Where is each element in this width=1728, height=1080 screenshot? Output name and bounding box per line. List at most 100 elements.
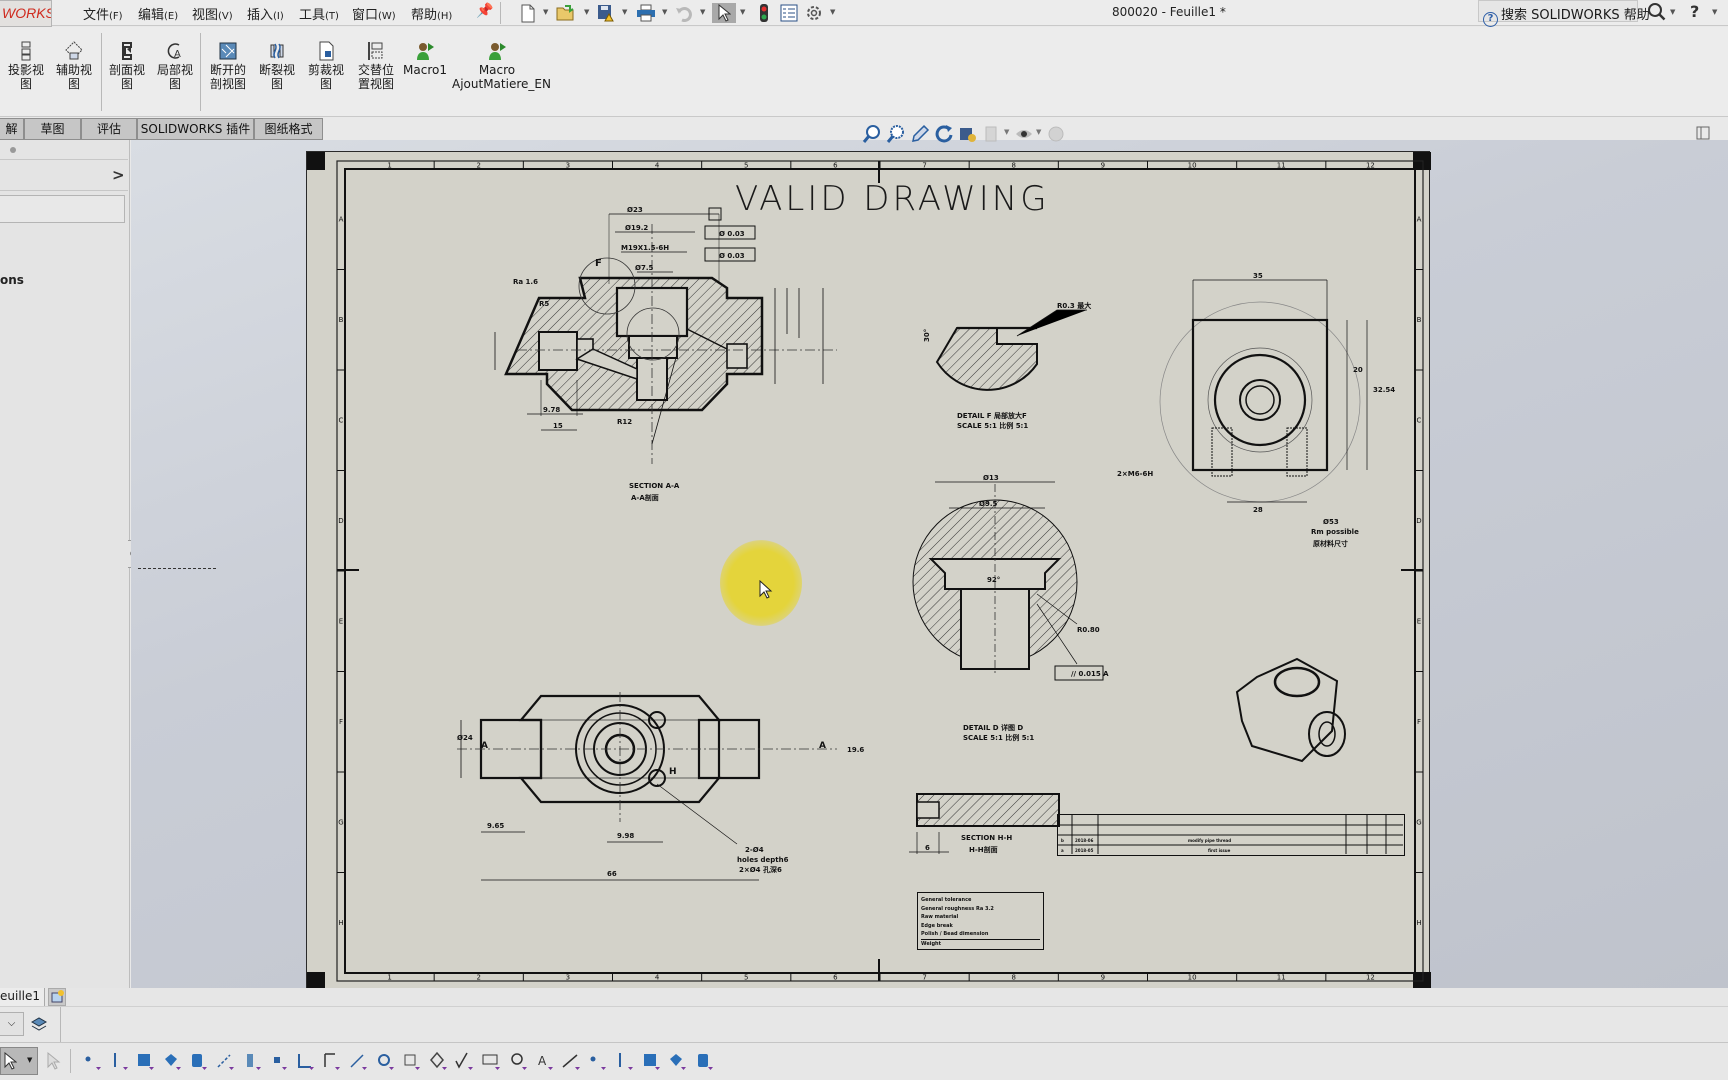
chevron-right-icon[interactable]: >	[112, 166, 125, 184]
view-settings-icon[interactable]	[958, 124, 978, 144]
print-icon[interactable]	[636, 3, 656, 23]
new-document-icon[interactable]	[518, 3, 538, 23]
panel-toggle-icon[interactable]	[1696, 126, 1710, 140]
smart-dimension-icon[interactable]	[162, 1051, 182, 1071]
undo-dropdown-arrow[interactable]: ▼	[700, 8, 705, 16]
hole-callout-icon[interactable]	[375, 1051, 395, 1071]
options-gear-icon[interactable]	[804, 3, 824, 23]
display-style-dropdown-arrow[interactable]: ▼	[1004, 128, 1009, 136]
appearance-icon[interactable]	[1046, 124, 1066, 144]
layer-dropdown[interactable]: ⌵	[0, 1012, 24, 1036]
datum-target-icon[interactable]	[348, 1051, 368, 1071]
sheet-tab-active[interactable]: euille1	[0, 988, 46, 1006]
print-dropdown-arrow[interactable]: ▼	[662, 8, 667, 16]
help-search-box[interactable]: ? 搜索 SOLIDWORKS 帮助	[1478, 0, 1650, 27]
menu-view[interactable]: 视图(V)	[192, 4, 233, 23]
display-style-icon[interactable]	[982, 124, 1002, 144]
search-dropdown-arrow[interactable]: ▼	[1670, 8, 1675, 16]
select-dropdown-arrow[interactable]: ▼	[740, 8, 745, 16]
stamp-icon[interactable]	[587, 1051, 607, 1071]
break-view-button[interactable]: 断裂视 图	[255, 41, 299, 91]
zoom-to-area-icon[interactable]	[886, 124, 906, 144]
side-view[interactable]: 35 20 32.54 28 2×M6-6H Ø53 Rm possible 原…	[1117, 262, 1417, 552]
menu-tools[interactable]: 工具(T)	[299, 4, 339, 23]
menu-window[interactable]: 窗口(W)	[352, 4, 396, 23]
datum-feature-icon[interactable]	[321, 1051, 341, 1071]
revision-cloud-icon[interactable]	[401, 1051, 421, 1071]
add-sheet-icon[interactable]	[48, 988, 66, 1006]
menu-file[interactable]: 文件(F)	[83, 4, 123, 23]
rebuild-traffic-light-icon[interactable]	[754, 3, 774, 23]
zoom-to-fit-icon[interactable]	[862, 124, 882, 144]
menu-edit[interactable]: 编辑(E)	[138, 4, 178, 23]
weld-symbol-icon[interactable]	[268, 1051, 288, 1071]
center-of-mass-icon[interactable]	[641, 1051, 661, 1071]
attach-icon[interactable]	[667, 1051, 687, 1071]
hide-show-icon[interactable]	[1014, 124, 1034, 144]
drawing-sheet[interactable]: 1 1 2 2 3 3 4 4 5 5 6 6 7 7 8 8 9 9 10 10 11 11 12 12 A A B B C C D D E E…	[306, 151, 1431, 990]
revision-table[interactable]: b 2018-06 modify pipe thread a 2018-05 first…	[1057, 814, 1405, 856]
tab-sheet-format[interactable]: 图纸格式	[254, 118, 323, 140]
surface-roughness-icon[interactable]: A	[534, 1051, 554, 1071]
block-icon[interactable]	[481, 1051, 501, 1071]
hatch-fill-icon[interactable]	[561, 1051, 581, 1071]
tab-sketch[interactable]: 草图	[24, 118, 81, 140]
surface-finish-icon[interactable]	[242, 1051, 262, 1071]
tab-evaluate[interactable]: 评估	[81, 118, 137, 140]
note-a-icon[interactable]	[614, 1051, 634, 1071]
panel-expand-row[interactable]: >	[0, 161, 128, 191]
tab-annotation[interactable]: 解	[0, 118, 24, 140]
options-dropdown-arrow[interactable]: ▼	[830, 8, 835, 16]
tab-solidworks-addins[interactable]: SOLIDWORKS 插件	[137, 118, 254, 140]
select-filter-icon[interactable]	[44, 1051, 64, 1071]
macro1-button[interactable]: Macro1	[402, 41, 448, 77]
hide-show-dropdown-arrow[interactable]: ▼	[1036, 128, 1041, 136]
layer-properties-icon[interactable]	[30, 1016, 48, 1032]
save-icon[interactable]	[596, 3, 616, 23]
alternate-position-view-button[interactable]: 交替位 置视图	[354, 41, 398, 91]
general-notes-box[interactable]: General tolerance General roughness Ra 3…	[917, 892, 1044, 950]
table-icon[interactable]	[508, 1051, 528, 1071]
solidworks-logo[interactable]: WORKS	[0, 0, 52, 27]
help-icon[interactable]: ?	[1690, 2, 1699, 21]
panel-filter-input[interactable]	[0, 195, 125, 223]
search-icon[interactable]	[1647, 2, 1667, 25]
menu-help[interactable]: 帮助(H)	[411, 4, 452, 23]
open-icon[interactable]	[556, 3, 576, 23]
undo-icon[interactable]	[674, 3, 694, 23]
center-mark-icon[interactable]	[428, 1051, 448, 1071]
top-view[interactable]: A A H 9.65 9.98 66 Ø24 19.6 2-Ø4 holes d…	[457, 672, 877, 892]
detail-view-button[interactable]: A 局部视 图	[153, 41, 197, 91]
detail-view-f[interactable]: R0.3 最大 30° DETAIL F 局部放大F SCALE 5:1 比例 …	[917, 292, 1107, 432]
section-view-a-a[interactable]: Ø23 Ø19.2 M19X1.5-6H Ø7.5 Ø 0.03 Ø 0.03 …	[457, 184, 877, 524]
detail-view-d[interactable]: Ø13 Ø9.5 92° R0.80 // 0.015 A DETAIL D 详…	[887, 464, 1127, 744]
select-dropdown-arrow[interactable]: ▼	[27, 1056, 32, 1064]
balloon-icon[interactable]	[215, 1051, 235, 1071]
section-view-h-h[interactable]: 6 SECTION H-H H-H剖面	[907, 782, 1067, 864]
rebuild-icon[interactable]	[934, 124, 954, 144]
file-properties-icon[interactable]	[779, 3, 799, 23]
section-view-button[interactable]: 剖面视 图	[105, 41, 149, 91]
new-dropdown-arrow[interactable]: ▼	[543, 8, 548, 16]
area-hatch-icon[interactable]	[454, 1051, 474, 1071]
help-dropdown-arrow[interactable]: ▼	[1712, 8, 1717, 16]
open-dropdown-arrow[interactable]: ▼	[584, 8, 589, 16]
previous-view-icon[interactable]	[910, 124, 930, 144]
model-items-icon[interactable]	[135, 1051, 155, 1071]
isometric-view[interactable]	[1227, 642, 1367, 772]
crop-view-button[interactable]: 剪裁视 图	[304, 41, 348, 91]
save-dropdown-arrow[interactable]: ▼	[622, 8, 627, 16]
note-icon[interactable]	[188, 1051, 208, 1071]
pin-icon[interactable]: 📌	[476, 3, 493, 19]
projected-view-button[interactable]: 投影视 图	[4, 41, 48, 91]
detach-icon[interactable]	[694, 1051, 714, 1071]
auxiliary-view-button[interactable]: 辅助视 图	[52, 41, 96, 91]
menu-insert[interactable]: 插入(I)	[247, 4, 284, 23]
macro-ajoutmatiere-button[interactable]: Macro AjoutMatiere_EN	[452, 41, 551, 91]
geometric-tolerance-icon[interactable]	[295, 1051, 315, 1071]
select-icon[interactable]	[712, 3, 736, 23]
select-icon[interactable]: ▼	[0, 1047, 38, 1075]
point-icon[interactable]	[82, 1051, 102, 1071]
broken-out-section-button[interactable]: 断开的 剖视图	[205, 41, 251, 91]
centerline-icon[interactable]	[109, 1051, 129, 1071]
